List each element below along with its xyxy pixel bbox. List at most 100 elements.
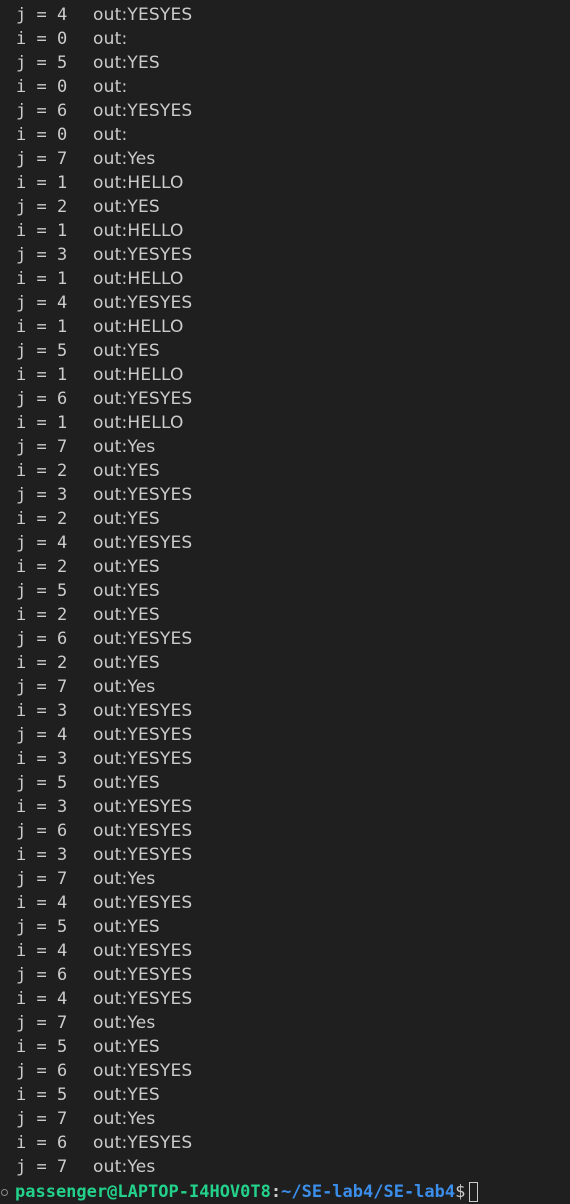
output-line: i = 5 out:YES bbox=[16, 1035, 192, 1059]
output-line: i = 0 out: bbox=[16, 123, 192, 147]
loop-variable: i = 2 bbox=[16, 509, 68, 529]
output-value: out:YESYES bbox=[93, 821, 193, 841]
output-line: i = 1 out:HELLO bbox=[16, 219, 192, 243]
output-line: j = 4 out:YESYES bbox=[16, 3, 192, 27]
output-value: out:YESYES bbox=[93, 725, 193, 745]
output-line: j = 5 out:YES bbox=[16, 771, 192, 795]
output-value: out: bbox=[93, 125, 128, 145]
output-line: j = 5 out:YES bbox=[16, 339, 192, 363]
output-value: out:HELLO bbox=[93, 173, 184, 193]
output-value: out:YESYES bbox=[93, 749, 193, 769]
output-line: j = 6 out:YESYES bbox=[16, 387, 192, 411]
loop-variable: i = 1 bbox=[16, 365, 68, 385]
output-line: j = 6 out:YESYES bbox=[16, 99, 192, 123]
output-line: i = 3 out:YESYES bbox=[16, 747, 192, 771]
loop-variable: j = 4 bbox=[16, 5, 68, 25]
output-line: j = 5 out:YES bbox=[16, 579, 192, 603]
loop-variable: i = 4 bbox=[16, 893, 68, 913]
output-line: j = 4 out:YESYES bbox=[16, 291, 192, 315]
loop-variable: j = 5 bbox=[16, 341, 68, 361]
output-line: i = 5 out:YES bbox=[16, 1083, 192, 1107]
output-value: out:Yes bbox=[93, 677, 156, 697]
output-line: j = 3 out:YESYES bbox=[16, 243, 192, 267]
loop-variable: j = 4 bbox=[16, 293, 68, 313]
output-value: out:YESYES bbox=[93, 485, 193, 505]
output-line: i = 3 out:YESYES bbox=[16, 699, 192, 723]
output-line: i = 1 out:HELLO bbox=[16, 267, 192, 291]
output-value: out:HELLO bbox=[93, 365, 184, 385]
output-value: out:Yes bbox=[93, 1157, 156, 1177]
terminal-output: j = 4 out:YESYES i = 0 out: j = 5 out:YES i = … bbox=[16, 3, 192, 1179]
output-value: out:YES bbox=[93, 605, 160, 625]
output-line: j = 5 out:YES bbox=[16, 51, 192, 75]
output-value: out:Yes bbox=[93, 1109, 156, 1129]
output-line: i = 3 out:YESYES bbox=[16, 795, 192, 819]
loop-variable: j = 6 bbox=[16, 101, 68, 121]
command-status-icon[interactable] bbox=[1, 1188, 8, 1196]
output-value: out:YESYES bbox=[93, 293, 193, 313]
loop-variable: i = 2 bbox=[16, 653, 68, 673]
output-value: out:YESYES bbox=[93, 797, 193, 817]
loop-variable: i = 1 bbox=[16, 269, 68, 289]
loop-variable: i = 2 bbox=[16, 461, 68, 481]
loop-variable: j = 3 bbox=[16, 485, 68, 505]
output-value: out:Yes bbox=[93, 437, 156, 457]
output-value: out:Yes bbox=[93, 1013, 156, 1033]
terminal-prompt[interactable]: passenger@LAPTOP-I4HOV0T8 : ~/SE-lab4/SE… bbox=[0, 1180, 479, 1204]
output-line: i = 2 out:YES bbox=[16, 651, 192, 675]
output-line: i = 6 out:YESYES bbox=[16, 1131, 192, 1155]
output-line: j = 6 out:YESYES bbox=[16, 963, 192, 987]
prompt-colon: : bbox=[270, 1182, 282, 1202]
output-value: out:YES bbox=[93, 581, 160, 601]
output-value: out:YES bbox=[93, 653, 160, 673]
output-value: out:HELLO bbox=[93, 269, 184, 289]
prompt-path: ~/SE-lab4/SE-lab4 bbox=[281, 1182, 456, 1202]
loop-variable: j = 6 bbox=[16, 629, 68, 649]
output-line: j = 4 out:YESYES bbox=[16, 723, 192, 747]
output-value: out:YESYES bbox=[93, 389, 193, 409]
output-line: j = 6 out:YESYES bbox=[16, 627, 192, 651]
output-value: out:YESYES bbox=[93, 533, 193, 553]
output-value: out:YESYES bbox=[93, 1061, 193, 1081]
loop-variable: j = 2 bbox=[16, 197, 68, 217]
loop-variable: i = 0 bbox=[16, 77, 68, 97]
output-value: out:YES bbox=[93, 53, 160, 73]
loop-variable: j = 7 bbox=[16, 1109, 68, 1129]
loop-variable: j = 6 bbox=[16, 389, 68, 409]
output-value: out:HELLO bbox=[93, 413, 184, 433]
loop-variable: i = 0 bbox=[16, 29, 68, 49]
output-value: out:YESYES bbox=[93, 101, 193, 121]
output-line: j = 7 out:Yes bbox=[16, 147, 192, 171]
prompt-user-host: passenger@LAPTOP-I4HOV0T8 bbox=[15, 1182, 271, 1202]
loop-variable: i = 3 bbox=[16, 797, 68, 817]
loop-variable: j = 3 bbox=[16, 245, 68, 265]
output-value: out:Yes bbox=[93, 149, 156, 169]
loop-variable: i = 2 bbox=[16, 605, 68, 625]
loop-variable: i = 2 bbox=[16, 557, 68, 577]
output-value: out:YESYES bbox=[93, 965, 193, 985]
loop-variable: i = 3 bbox=[16, 845, 68, 865]
loop-variable: j = 5 bbox=[16, 917, 68, 937]
loop-variable: j = 7 bbox=[16, 149, 68, 169]
output-value: out: bbox=[93, 77, 128, 97]
output-line: j = 7 out:Yes bbox=[16, 675, 192, 699]
output-line: j = 7 out:Yes bbox=[16, 1107, 192, 1131]
terminal-panel[interactable]: j = 4 out:YESYES i = 0 out: j = 5 out:YES i = … bbox=[0, 0, 570, 1204]
output-line: j = 4 out:YESYES bbox=[16, 531, 192, 555]
loop-variable: i = 5 bbox=[16, 1085, 68, 1105]
output-value: out:YES bbox=[93, 917, 160, 937]
cursor-icon[interactable] bbox=[469, 1182, 479, 1202]
output-line: j = 5 out:YES bbox=[16, 915, 192, 939]
loop-variable: j = 4 bbox=[16, 725, 68, 745]
loop-variable: i = 1 bbox=[16, 413, 68, 433]
output-line: i = 0 out: bbox=[16, 75, 192, 99]
output-line: i = 1 out:HELLO bbox=[16, 411, 192, 435]
loop-variable: j = 7 bbox=[16, 1157, 68, 1177]
output-line: i = 4 out:YESYES bbox=[16, 891, 192, 915]
loop-variable: j = 4 bbox=[16, 533, 68, 553]
loop-variable: i = 0 bbox=[16, 125, 68, 145]
output-line: j = 7 out:Yes bbox=[16, 867, 192, 891]
output-value: out:YESYES bbox=[93, 701, 193, 721]
loop-variable: i = 4 bbox=[16, 989, 68, 1009]
loop-variable: j = 7 bbox=[16, 869, 68, 889]
